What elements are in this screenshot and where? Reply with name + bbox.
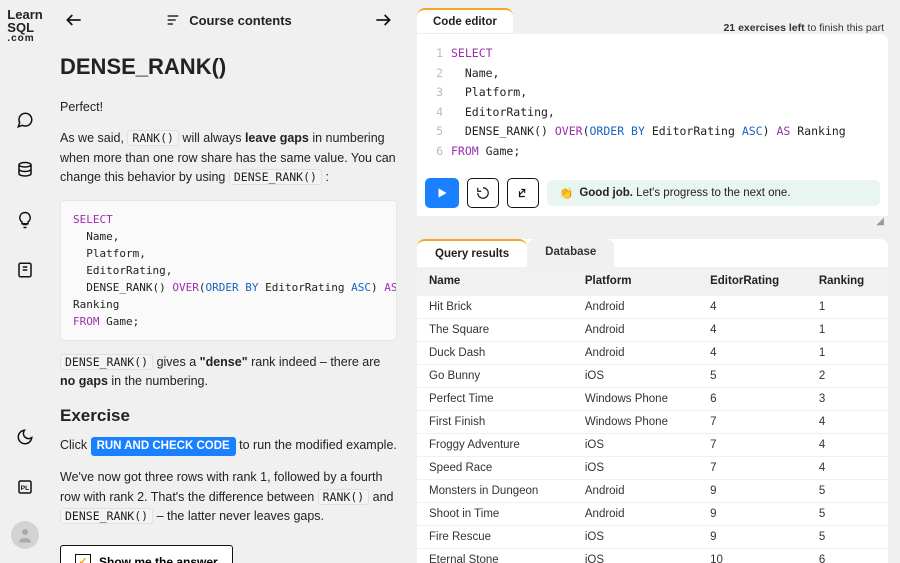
- dense-rank-chip-2: DENSE_RANK(): [60, 354, 153, 370]
- left-rail: Learn SQL .com PL: [0, 0, 50, 563]
- table-row: First FinishWindows Phone74: [417, 411, 888, 434]
- table-row: Shoot in TimeAndroid95: [417, 503, 888, 526]
- code-editor[interactable]: 1 2 3 4 5 6 SELECT Name, Platform, Edito…: [417, 34, 888, 170]
- col-header: Name: [417, 267, 573, 296]
- list-icon: [165, 12, 181, 28]
- chat-icon[interactable]: [9, 104, 41, 136]
- lesson-p2: DENSE_RANK() gives a "dense" rank indeed…: [60, 353, 397, 392]
- tab-database[interactable]: Database: [527, 239, 614, 267]
- table-row: Froggy AdventureiOS74: [417, 434, 888, 457]
- table-row: Duck DashAndroid41: [417, 342, 888, 365]
- table-row: Monsters in DungeonAndroid95: [417, 480, 888, 503]
- hint-icon[interactable]: [9, 204, 41, 236]
- play-icon: [435, 186, 449, 200]
- editor-gutter: 1 2 3 4 5 6: [417, 44, 451, 166]
- database-icon[interactable]: [9, 154, 41, 186]
- feedback-banner: 👏 Good job. Let's progress to the next o…: [547, 180, 880, 206]
- table-row: Hit BrickAndroid41: [417, 296, 888, 319]
- svg-text:PL: PL: [21, 485, 30, 492]
- run-button[interactable]: [425, 178, 459, 208]
- col-header: Platform: [573, 267, 698, 296]
- dense-rank-chip: DENSE_RANK(): [229, 169, 322, 185]
- table-row: Perfect TimeWindows Phone63: [417, 388, 888, 411]
- lesson-title: DENSE_RANK(): [60, 54, 397, 80]
- editor-toolbar: 👏 Good job. Let's progress to the next o…: [417, 170, 888, 216]
- table-row: Fire RescueiOS95: [417, 526, 888, 549]
- editor-code[interactable]: SELECT Name, Platform, EditorRating, DEN…: [451, 44, 846, 166]
- course-contents-button[interactable]: Course contents: [165, 12, 292, 28]
- editor-tab[interactable]: Code editor: [417, 8, 513, 34]
- refresh-icon: [476, 186, 490, 200]
- language-icon[interactable]: PL: [9, 471, 41, 503]
- exercise-p2: We've now got three rows with rank 1, fo…: [60, 468, 397, 526]
- nav-back-icon[interactable]: [64, 10, 84, 30]
- clap-icon: 👏: [559, 186, 573, 200]
- resize-grip-icon[interactable]: ◢: [876, 216, 888, 229]
- run-check-badge: RUN AND CHECK CODE: [91, 437, 236, 457]
- reset-button[interactable]: [467, 178, 499, 208]
- nav-forward-icon[interactable]: [373, 10, 393, 30]
- exercise-p1: Click RUN AND CHECK CODE to run the modi…: [60, 436, 397, 457]
- table-row: Go BunnyiOS52: [417, 365, 888, 388]
- results-tabs: Query results Database: [417, 239, 888, 267]
- show-answer-label: Show me the answer: [99, 555, 218, 563]
- avatar[interactable]: [11, 521, 39, 549]
- dense-rank-chip-3: DENSE_RANK(): [60, 508, 153, 524]
- progress-text: 21 exercises left to finish this part: [723, 22, 884, 34]
- rank-chip: RANK(): [127, 130, 179, 146]
- lesson-p1: As we said, RANK() will always leave gap…: [60, 129, 397, 187]
- right-pane: Code editor 21 exercises left to finish …: [417, 8, 888, 563]
- arrow-out-icon: [516, 186, 530, 200]
- check-icon: ✓: [75, 554, 91, 563]
- logo-sub: .com: [7, 34, 42, 44]
- lesson-example-code: SELECT Name, Platform, EditorRating, DEN…: [60, 200, 397, 341]
- results-table: NamePlatformEditorRatingRanking Hit Bric…: [417, 267, 888, 563]
- tab-query-results[interactable]: Query results: [417, 239, 527, 267]
- notes-icon[interactable]: [9, 254, 41, 286]
- table-row: Speed RaceiOS74: [417, 457, 888, 480]
- show-answer-button[interactable]: ✓ Show me the answer: [60, 545, 233, 563]
- rank-chip-2: RANK(): [318, 489, 370, 505]
- table-row: Eternal StoneiOS106: [417, 549, 888, 563]
- theme-icon[interactable]: [9, 421, 41, 453]
- exercise-heading: Exercise: [60, 406, 397, 426]
- logo[interactable]: Learn SQL .com: [7, 8, 42, 44]
- course-contents-label: Course contents: [189, 13, 292, 28]
- col-header: EditorRating: [698, 267, 807, 296]
- col-header: Ranking: [807, 267, 888, 296]
- table-row: The SquareAndroid41: [417, 319, 888, 342]
- lesson-pane: Course contents DENSE_RANK() Perfect! As…: [56, 8, 401, 563]
- lesson-perfect: Perfect!: [60, 98, 397, 117]
- share-button[interactable]: [507, 178, 539, 208]
